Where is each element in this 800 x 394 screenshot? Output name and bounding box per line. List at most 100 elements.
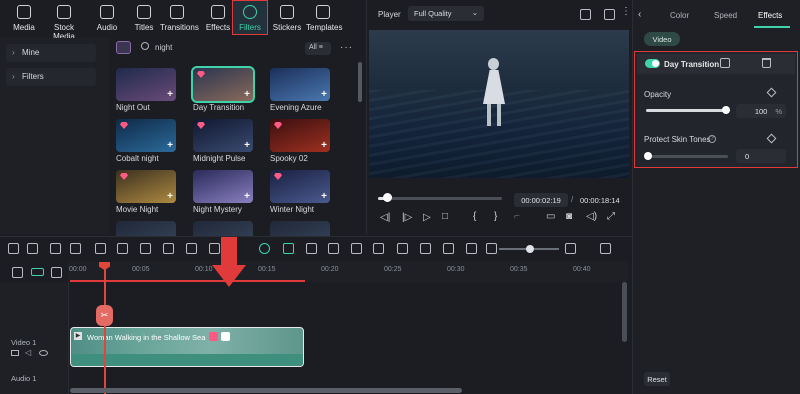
opacity-slider[interactable]	[646, 109, 726, 112]
toolbar-item-titles[interactable]: Titles	[127, 4, 161, 32]
filter-thumbnail[interactable]: +	[193, 170, 253, 203]
timeline-ruler[interactable]	[68, 262, 628, 282]
playhead-knob[interactable]	[382, 193, 392, 202]
quality-dropdown[interactable]: Full Quality ⌄	[408, 6, 484, 21]
filter-thumbnail[interactable]: +	[193, 119, 253, 152]
tab-effects[interactable]: Effects	[758, 11, 782, 20]
filter-thumbnail[interactable]: +	[116, 170, 176, 203]
add-filter-icon[interactable]: +	[167, 89, 173, 100]
shield-icon[interactable]	[397, 243, 408, 254]
toolbar-item-transitions[interactable]: Transitions	[160, 4, 199, 32]
render-icon[interactable]	[351, 243, 362, 254]
more-options-icon[interactable]: ···	[340, 42, 353, 53]
cut-icon[interactable]	[117, 243, 128, 254]
skin-slider-knob[interactable]	[644, 152, 652, 160]
more-tools-icon[interactable]	[209, 243, 220, 254]
filter-dropdown[interactable]: All ≡	[305, 42, 331, 55]
track-toggle-icon[interactable]	[31, 268, 44, 276]
timeline-vscroll[interactable]	[622, 282, 627, 342]
library-toggle-icon[interactable]	[116, 41, 131, 54]
zoom-in-icon[interactable]	[565, 243, 576, 254]
effect-enable-toggle[interactable]	[645, 59, 660, 68]
snapshot-grid-icon[interactable]	[580, 9, 591, 20]
delete-icon[interactable]	[762, 58, 771, 68]
split-scissors-icon[interactable]: ✂	[96, 305, 113, 326]
text-icon[interactable]	[163, 243, 174, 254]
opacity-slider-knob[interactable]	[722, 106, 730, 114]
mark-in-icon[interactable]: {	[473, 211, 476, 222]
tab-speed[interactable]: Speed	[714, 11, 737, 20]
frame-icon[interactable]	[186, 243, 197, 254]
folder-icon[interactable]	[11, 350, 19, 356]
video-subtab[interactable]: Video	[644, 32, 680, 46]
sidebar-item-mine[interactable]: › Mine	[6, 44, 96, 62]
playback-progress-bar[interactable]	[378, 197, 502, 200]
filter-thumbnail[interactable]: +	[270, 119, 330, 152]
stop-icon[interactable]: □	[442, 211, 448, 222]
play-icon[interactable]: ▷	[423, 212, 431, 223]
track-add-icon[interactable]	[51, 267, 62, 278]
add-filter-icon[interactable]: +	[244, 140, 250, 151]
filter-thumbnail[interactable]: +	[270, 68, 330, 101]
crop-icon[interactable]	[140, 243, 151, 254]
filter-thumbnail[interactable]: +	[116, 68, 176, 101]
zoom-out-icon[interactable]	[486, 243, 497, 254]
camera-icon[interactable]: ◙	[566, 211, 572, 222]
toolbar-item-stickers[interactable]: Stickers	[270, 4, 304, 32]
mask-icon[interactable]	[373, 243, 384, 254]
back-icon[interactable]: ‹	[638, 9, 641, 20]
toolbar-item-templates[interactable]: Templates	[306, 4, 342, 32]
layout-icon[interactable]	[600, 243, 611, 254]
select-icon[interactable]	[27, 243, 38, 254]
recolor-icon[interactable]	[328, 243, 339, 254]
timeline-scrollbar[interactable]	[70, 388, 462, 393]
reset-button[interactable]: Reset	[644, 372, 670, 386]
filter-thumbnail[interactable]: +	[270, 170, 330, 203]
volume-icon[interactable]: ◁)	[586, 211, 597, 222]
add-filter-icon[interactable]: +	[167, 191, 173, 202]
split-screen-icon[interactable]	[443, 243, 454, 254]
undo-icon[interactable]	[50, 243, 61, 254]
display-icon[interactable]	[604, 9, 615, 20]
snap-icon[interactable]	[8, 243, 19, 254]
add-filter-icon[interactable]: +	[321, 140, 327, 151]
toolbar-item-filters[interactable]: Filters	[232, 0, 268, 35]
search-input[interactable]: night	[155, 43, 172, 52]
help-icon[interactable]: ?	[708, 135, 716, 143]
tab-color[interactable]: Color	[670, 11, 689, 20]
add-filter-icon[interactable]: +	[244, 191, 250, 202]
fullscreen-icon[interactable]: ⤢	[607, 211, 615, 222]
mic-icon[interactable]	[420, 243, 431, 254]
speaker-icon[interactable]: ◁	[25, 348, 31, 357]
marker-icon[interactable]: ⌐	[514, 211, 520, 222]
sidebar-item-filters[interactable]: › Filters	[6, 68, 96, 86]
add-filter-icon[interactable]: +	[244, 89, 250, 100]
add-filter-icon[interactable]: +	[321, 191, 327, 202]
add-filter-icon[interactable]: +	[321, 89, 327, 100]
render-preview-icon[interactable]: ▭	[546, 211, 555, 222]
toolbar-item-stock-media[interactable]: Stock Media	[42, 4, 86, 41]
link-icon[interactable]	[12, 267, 23, 278]
previous-frame-icon[interactable]: ◁|	[380, 212, 390, 223]
eye-icon[interactable]	[39, 350, 48, 356]
audio-ai-icon[interactable]	[283, 243, 294, 254]
ai-tool-icon[interactable]	[259, 243, 270, 254]
filter-thumbnail[interactable]: +	[191, 66, 255, 103]
delete-icon[interactable]	[95, 243, 106, 254]
opacity-value-field[interactable]: 100%	[736, 104, 786, 118]
add-filter-icon[interactable]: +	[167, 140, 173, 151]
toolbar-item-media[interactable]: Media	[7, 4, 41, 32]
skin-slider[interactable]	[648, 155, 728, 158]
toolbar-item-effects[interactable]: Effects	[201, 4, 235, 32]
play-reverse-icon[interactable]: |▷	[402, 212, 412, 223]
video-preview[interactable]	[369, 30, 629, 178]
player-more-icon[interactable]: ⋮	[621, 6, 631, 17]
filter-thumbnail[interactable]: +	[116, 119, 176, 152]
keyframe-icon[interactable]	[466, 243, 477, 254]
mark-out-icon[interactable]: }	[494, 211, 497, 222]
skin-value-field[interactable]: 0	[736, 149, 786, 163]
redo-icon[interactable]	[70, 243, 81, 254]
toolbar-item-audio[interactable]: Audio	[90, 4, 124, 32]
zoom-slider-knob[interactable]	[526, 245, 534, 253]
effect-settings-icon[interactable]	[720, 58, 730, 68]
